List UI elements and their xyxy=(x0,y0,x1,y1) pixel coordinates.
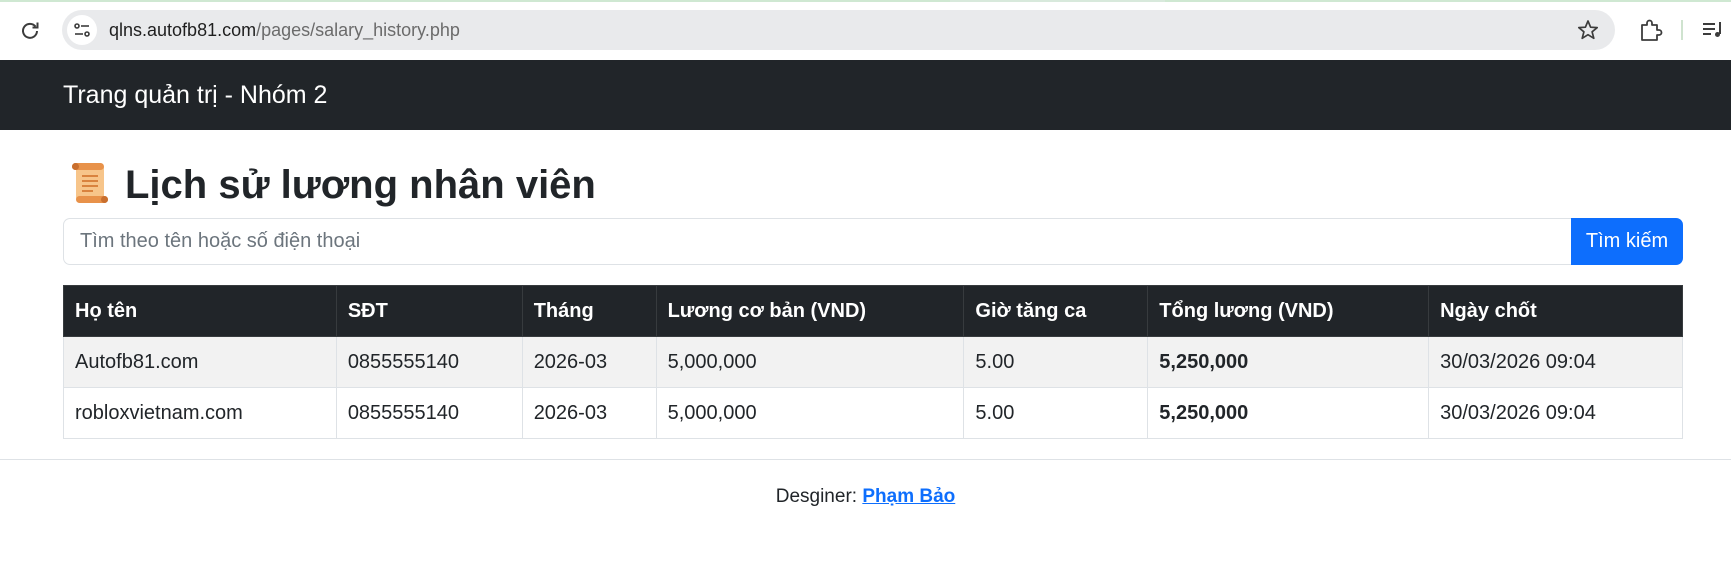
column-header-overtime: Giờ tăng ca xyxy=(963,285,1149,337)
browser-toolbar: qlns.autofb81.com/pages/salary_history.p… xyxy=(0,0,1731,60)
table-row: robloxvietnam.com 0855555140 2026-03 5,0… xyxy=(63,387,1683,439)
designer-link[interactable]: Phạm Bảo xyxy=(862,486,955,507)
navbar: Trang quản trị - Nhóm 2 xyxy=(0,60,1731,130)
site-info-icon[interactable] xyxy=(67,15,97,45)
cell-phone: 0855555140 xyxy=(335,387,523,439)
media-controls-icon[interactable] xyxy=(1700,16,1728,44)
cell-overtime: 5.00 xyxy=(963,336,1149,388)
navbar-brand[interactable]: Trang quản trị - Nhóm 2 xyxy=(63,80,327,110)
cell-base-salary: 5,000,000 xyxy=(655,336,965,388)
address-bar[interactable]: qlns.autofb81.com/pages/salary_history.p… xyxy=(62,10,1615,50)
cell-base-salary: 5,000,000 xyxy=(655,387,965,439)
cell-name: Autofb81.com xyxy=(63,336,337,388)
table-header-row: Họ tên SĐT Tháng Lương cơ bản (VND) Giờ … xyxy=(63,285,1683,337)
salary-table: Họ tên SĐT Tháng Lương cơ bản (VND) Giờ … xyxy=(63,285,1683,439)
search-form: Tìm kiếm xyxy=(63,218,1683,265)
cell-name: robloxvietnam.com xyxy=(63,387,337,439)
search-button[interactable]: Tìm kiếm xyxy=(1571,218,1683,265)
column-header-closing-date: Ngày chốt xyxy=(1428,285,1683,337)
extensions-icon[interactable] xyxy=(1636,16,1664,44)
column-header-phone: SĐT xyxy=(335,285,523,337)
cell-month: 2026-03 xyxy=(521,336,657,388)
toolbar-divider xyxy=(1681,20,1683,40)
url-text[interactable]: qlns.autofb81.com/pages/salary_history.p… xyxy=(109,20,460,40)
scroll-icon xyxy=(67,160,113,211)
cell-month: 2026-03 xyxy=(521,387,657,439)
star-icon[interactable] xyxy=(1577,19,1599,41)
footer: Desginer: Phạm Bảo xyxy=(0,486,1731,508)
column-header-name: Họ tên xyxy=(63,285,337,337)
column-header-base-salary: Lương cơ bản (VND) xyxy=(655,285,965,337)
column-header-month: Tháng xyxy=(521,285,657,337)
cell-overtime: 5.00 xyxy=(963,387,1149,439)
tab-strip-edge xyxy=(0,0,1731,2)
cell-total-salary: 5,250,000 xyxy=(1147,387,1430,439)
table-row: Autofb81.com 0855555140 2026-03 5,000,00… xyxy=(63,336,1683,388)
footer-divider xyxy=(0,459,1731,460)
page-title: Lịch sử lương nhân viên xyxy=(125,162,596,207)
search-input[interactable] xyxy=(63,218,1571,265)
cell-closing-date: 30/03/2026 09:04 xyxy=(1428,336,1683,388)
cell-closing-date: 30/03/2026 09:04 xyxy=(1428,387,1683,439)
url-path: /pages/salary_history.php xyxy=(256,20,460,40)
cell-total-salary: 5,250,000 xyxy=(1147,336,1430,388)
reload-icon[interactable] xyxy=(16,16,44,44)
page-heading: Lịch sử lương nhân viên xyxy=(67,160,596,210)
cell-phone: 0855555140 xyxy=(335,336,523,388)
footer-label: Desginer: xyxy=(775,486,858,507)
url-host: qlns.autofb81.com xyxy=(109,20,257,40)
column-header-total-salary: Tổng lương (VND) xyxy=(1147,285,1430,337)
